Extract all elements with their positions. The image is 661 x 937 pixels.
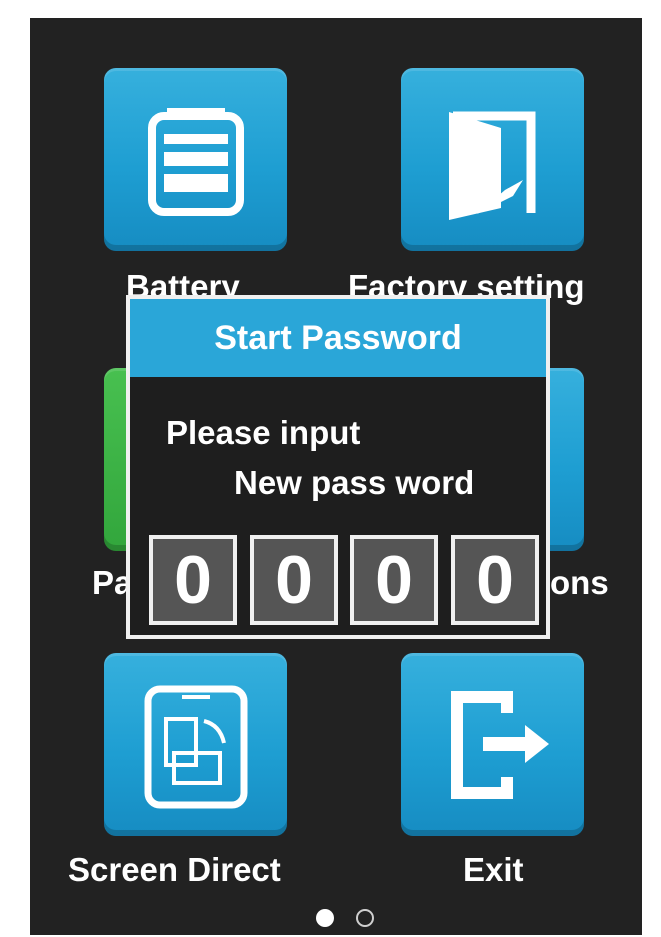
battery-tile[interactable] xyxy=(104,68,287,251)
screen-direct-tile[interactable] xyxy=(104,653,287,836)
screen: Battery Factory setting Pa ons Screen Di… xyxy=(30,18,642,935)
door-icon xyxy=(449,111,536,220)
page-dot-active[interactable] xyxy=(316,909,334,927)
screen-rotate-icon xyxy=(144,685,248,809)
dialog-message-line1: Please input xyxy=(166,414,361,451)
screen-direct-label: Screen Direct xyxy=(68,851,281,888)
exit-icon xyxy=(451,691,549,799)
password-digit-3[interactable]: 0 xyxy=(350,535,438,625)
page-dot-inactive[interactable] xyxy=(356,909,374,927)
dialog-message-line2: New pass word xyxy=(234,464,475,501)
exit-label: Exit xyxy=(463,851,524,888)
exit-tile[interactable] xyxy=(401,653,584,836)
options-label: ons xyxy=(550,564,609,601)
start-password-dialog: Start Password Please input New pass wor… xyxy=(126,295,550,639)
dialog-title: Start Password xyxy=(130,299,546,377)
password-digit-4[interactable]: 0 xyxy=(451,535,539,625)
factory-setting-tile[interactable] xyxy=(401,68,584,251)
battery-icon xyxy=(148,108,244,216)
password-digit-2[interactable]: 0 xyxy=(250,535,338,625)
password-digit-1[interactable]: 0 xyxy=(149,535,237,625)
